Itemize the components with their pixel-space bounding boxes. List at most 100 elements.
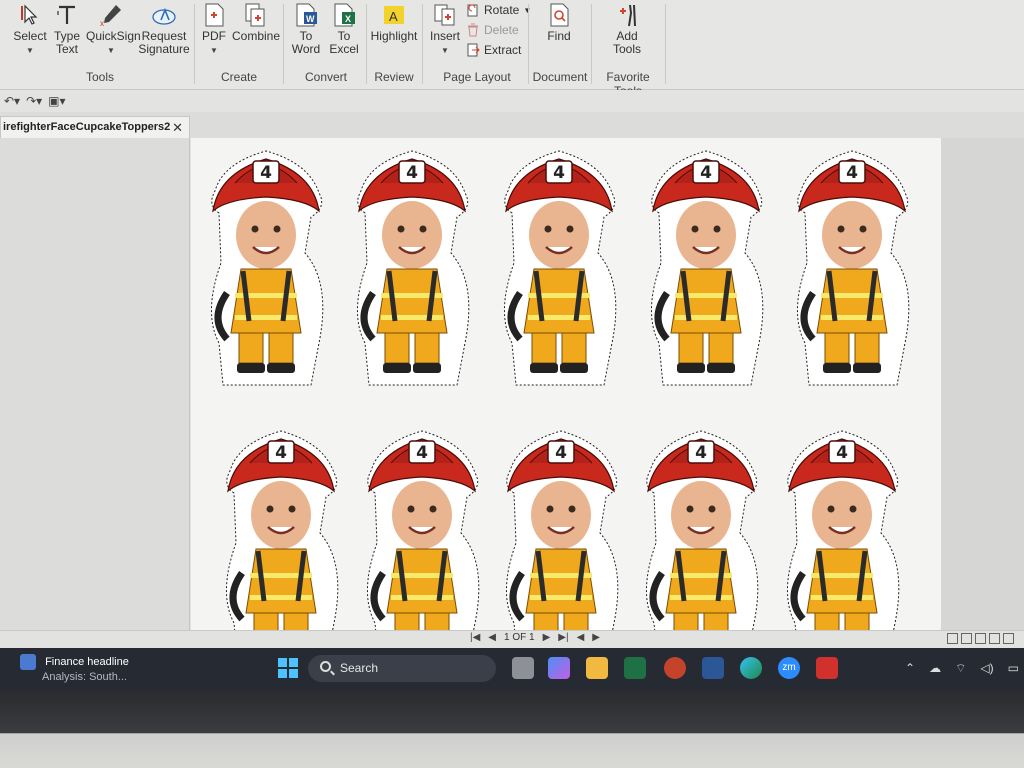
svg-text:A: A xyxy=(389,9,398,24)
create-pdf-button[interactable]: PDF ▼ xyxy=(199,2,229,57)
group-label-convert: Convert xyxy=(304,70,348,84)
type-text-label: Type Text xyxy=(53,29,80,56)
insert-page-button[interactable]: Insert ▼ xyxy=(428,2,462,57)
find-icon xyxy=(550,3,569,27)
first-page-icon[interactable]: |◀ xyxy=(470,632,480,643)
back-view-icon[interactable]: ◀ xyxy=(577,632,585,643)
to-excel-button[interactable]: X To Excel xyxy=(326,2,362,56)
last-page-icon[interactable]: ▶| xyxy=(558,632,568,643)
previous-page-icon[interactable]: ◀ xyxy=(488,632,496,643)
select-tool-button[interactable]: Select ▼ xyxy=(10,2,50,57)
group-label-document: Document xyxy=(532,70,588,84)
firefighter-figure: 4 xyxy=(651,150,764,386)
close-icon[interactable]: ✕ xyxy=(172,120,183,136)
document-tab-bar: irefighterFaceCupcakeToppers2 ✕ xyxy=(0,112,1024,138)
to-word-button[interactable]: W To Word xyxy=(288,2,324,56)
pdf-label: PDF xyxy=(202,29,226,43)
redo-icon[interactable]: ↷▾ xyxy=(26,94,42,108)
chevron-down-icon[interactable]: ▼ xyxy=(199,44,229,57)
taskbar-search[interactable]: Search xyxy=(308,655,496,682)
battery-icon[interactable]: ▭ xyxy=(1008,661,1019,676)
group-label-review: Review xyxy=(374,70,414,84)
excel-app-icon[interactable] xyxy=(624,657,646,679)
firefighter-figure: 4 xyxy=(357,150,470,386)
firefighter-figure: 4 xyxy=(797,150,910,386)
rotate-icon xyxy=(467,4,478,17)
insert-label: Insert xyxy=(429,29,460,43)
volume-icon[interactable]: ◁) xyxy=(980,661,993,676)
svg-text:X: X xyxy=(345,14,351,24)
select-label: Select xyxy=(13,29,47,43)
cupcake-topper-sticker: 4 xyxy=(787,143,917,388)
fit-width-icon[interactable] xyxy=(1003,633,1014,644)
quicksign-button[interactable]: x QuickSign ▼ xyxy=(86,2,141,57)
copilot-icon[interactable] xyxy=(548,657,570,679)
svg-text:4: 4 xyxy=(836,443,848,463)
to-word-label: To Word xyxy=(291,29,321,56)
edge-browser-icon[interactable] xyxy=(740,657,762,679)
combine-files-icon xyxy=(245,3,265,27)
zoom-app-label: zm xyxy=(782,662,796,673)
chevron-down-icon[interactable]: ▼ xyxy=(86,44,136,57)
windows-taskbar: Finance headline Analysis: South... Sear… xyxy=(0,648,1024,690)
document-tab[interactable]: irefighterFaceCupcakeToppers2 ✕ xyxy=(0,116,190,138)
wrench-screwdriver-icon xyxy=(620,4,636,27)
wifi-icon[interactable]: ⌔ xyxy=(955,661,966,676)
next-page-icon[interactable]: ▶ xyxy=(543,632,551,643)
continuous-view-icon[interactable] xyxy=(961,633,972,644)
chevron-up-icon[interactable]: ⌃ xyxy=(905,661,915,676)
windows-start-icon[interactable] xyxy=(278,658,298,678)
svg-text:4: 4 xyxy=(416,443,428,463)
task-view-icon[interactable] xyxy=(512,657,534,679)
extract-button[interactable]: Extract xyxy=(466,43,521,57)
highlight-icon: A xyxy=(384,6,404,24)
svg-text:4: 4 xyxy=(553,163,565,183)
zoom-app-icon[interactable]: zm xyxy=(778,657,800,679)
news-title: Finance headline xyxy=(45,655,129,668)
highlight-label: Highlight xyxy=(370,29,418,43)
status-bar: |◀ ◀ 1 OF 1 ▶ ▶| ◀ ▶ xyxy=(0,630,1024,648)
file-explorer-icon[interactable] xyxy=(586,657,608,679)
screen: Select ▼ Type Text x QuickSign ▼ Request… xyxy=(0,0,1024,690)
pdf-app-icon[interactable] xyxy=(816,657,838,679)
powerpoint-app-icon[interactable] xyxy=(664,657,686,679)
news-subtitle: Analysis: South... xyxy=(42,671,127,683)
grid-view-icon[interactable] xyxy=(989,633,1000,644)
trash-icon xyxy=(468,23,478,37)
single-page-view-icon[interactable] xyxy=(947,633,958,644)
cupcake-topper-sticker: 4 xyxy=(494,143,624,388)
page-indicator[interactable]: 1 OF 1 xyxy=(504,632,535,643)
rotate-button[interactable]: Rotate ▼ xyxy=(466,3,531,17)
delete-page-button[interactable]: Delete xyxy=(466,23,519,37)
combine-button[interactable]: Combine xyxy=(232,2,280,43)
customize-icon[interactable]: ▣▾ xyxy=(48,94,65,108)
chevron-down-icon[interactable]: ▼ xyxy=(10,44,50,57)
document-workspace[interactable]: 4 4 4 4 4 4 4 4 4 4 xyxy=(191,138,1024,666)
search-icon xyxy=(320,661,331,672)
cupcake-topper-sticker: 4 xyxy=(201,143,331,388)
add-tools-button[interactable]: Add Tools xyxy=(606,2,648,56)
group-label-page-layout: Page Layout xyxy=(443,70,511,84)
select-cursor-icon xyxy=(21,4,38,25)
find-button[interactable]: Find xyxy=(541,2,577,43)
highlight-button[interactable]: A Highlight xyxy=(370,2,418,43)
forward-view-icon[interactable]: ▶ xyxy=(592,632,600,643)
news-widget[interactable]: Finance headline Analysis: South... xyxy=(20,654,129,684)
pdf-file-icon xyxy=(205,3,224,27)
word-app-icon[interactable] xyxy=(702,657,724,679)
firefighter-figure: 4 xyxy=(504,150,617,386)
excel-file-icon: X xyxy=(334,3,355,27)
chevron-down-icon[interactable]: ▼ xyxy=(428,44,462,57)
type-text-button[interactable]: Type Text xyxy=(50,2,84,56)
search-placeholder: Search xyxy=(340,661,379,675)
request-signature-button[interactable]: Request Signature xyxy=(138,2,190,56)
divider xyxy=(528,4,529,84)
quicksign-label: QuickSign xyxy=(86,29,141,43)
undo-icon[interactable]: ↶▾ xyxy=(4,94,20,108)
facing-view-icon[interactable] xyxy=(975,633,986,644)
extract-icon xyxy=(467,43,480,57)
svg-text:4: 4 xyxy=(406,163,418,183)
divider xyxy=(422,4,423,84)
weather-icon[interactable]: ☁ xyxy=(929,661,941,676)
ribbon-toolbar: Select ▼ Type Text x QuickSign ▼ Request… xyxy=(0,0,1024,98)
